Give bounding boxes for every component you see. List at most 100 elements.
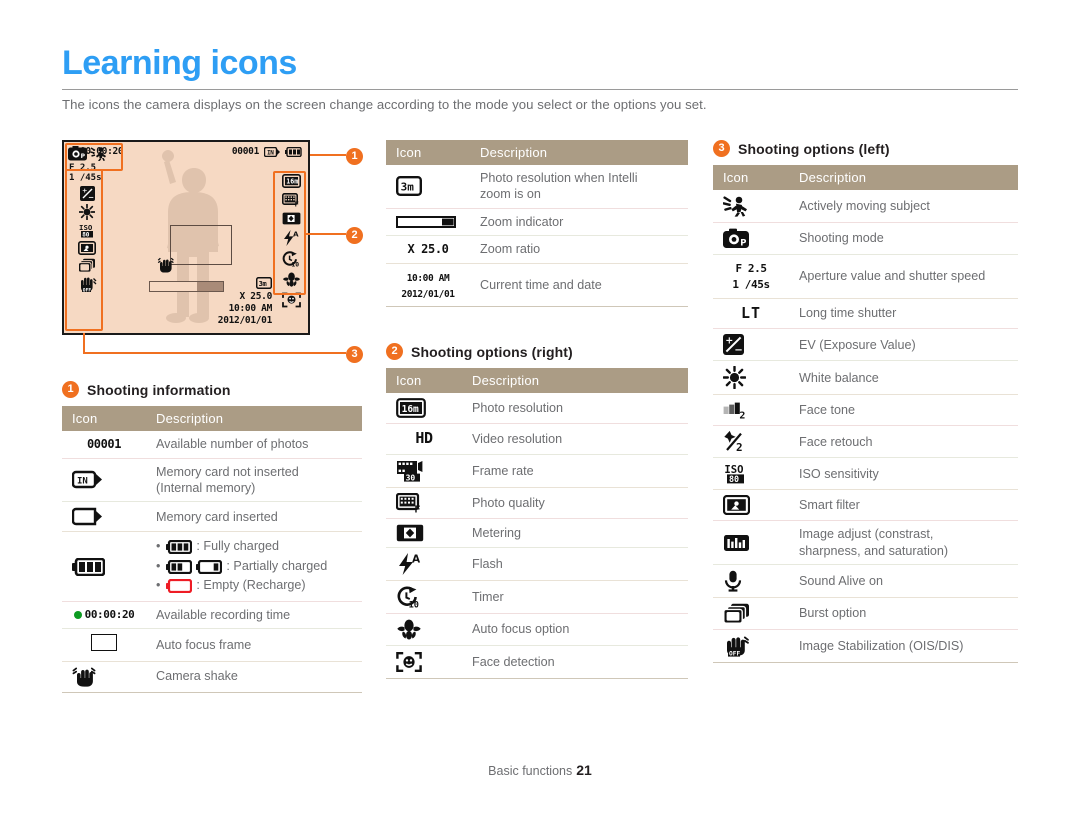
table-zoom-info: Icon Description 3m Photo resolution whe… <box>386 140 688 307</box>
section-label-2: Shooting options (right) <box>411 343 573 360</box>
row-description: Memory card not inserted (Internal memor… <box>156 464 299 495</box>
section-heading-shooting-options-left: 3 Shooting options (left) <box>713 140 1018 157</box>
row-description: Zoom ratio <box>480 242 541 257</box>
metering-icon <box>386 518 462 547</box>
table-row: 16m Photo resolution <box>386 393 688 424</box>
table-row: 00001 Available number of photos <box>62 431 362 459</box>
section-badge-3: 3 <box>713 140 730 157</box>
white-balance-icon <box>713 361 789 395</box>
table-row: F 2.5 1 /45s Aperture value and shutter … <box>713 255 1018 299</box>
row-description: Shooting mode <box>799 231 884 246</box>
table-row: Memory card inserted <box>62 502 362 532</box>
available-photos-icon: 00001 <box>86 437 122 451</box>
row-description: Burst option <box>799 606 867 621</box>
photo-resolution-intelli-icon: 3m <box>256 277 272 290</box>
row-description: Flash <box>472 556 503 571</box>
face-detection-icon <box>386 645 462 678</box>
actively-moving-subject-icon <box>713 190 789 223</box>
row-description: Image adjust (constrast, sharpness, and … <box>799 527 949 558</box>
table-row: X 25.0 Zoom ratio <box>386 236 688 264</box>
table-row: HD Video resolution <box>386 424 688 455</box>
row-description: Available number of photos <box>156 437 309 452</box>
auto-focus-frame-overlay <box>170 225 232 265</box>
battery-partial-label: : Partially charged <box>226 558 328 573</box>
ev-exposure-icon: + − <box>713 329 789 361</box>
column-right: 3 Shooting options (left) Icon Descripti… <box>713 140 1018 663</box>
svg-text:10: 10 <box>409 600 419 608</box>
page-footer: Basic functions 21 <box>0 762 1080 778</box>
table-shooting-options-left: Icon Description Actively moving subject… <box>713 165 1018 663</box>
svg-text:IN: IN <box>77 477 88 487</box>
zoom-indicator-overlay <box>149 281 224 292</box>
list-item: • : Fully charged <box>156 537 352 557</box>
table-row: Image adjust (constrast, sharpness, and … <box>713 521 1018 565</box>
table-row: Face detection <box>386 645 688 679</box>
burst-option-icon <box>713 597 789 629</box>
table-header-row: Icon Description <box>386 368 688 394</box>
row-description: Aperture value and shutter speed <box>799 269 986 284</box>
svg-text:16m: 16m <box>402 404 419 415</box>
title-divider <box>62 89 1018 90</box>
section-label-3: Shooting options (left) <box>738 140 890 157</box>
zoom-indicator-icon <box>386 208 470 235</box>
table-row: 2 Face tone <box>713 395 1018 426</box>
recording-time-icon: 00:00:20 <box>62 601 146 628</box>
bullet: • <box>156 558 161 573</box>
col-header-description: Description <box>789 165 1018 190</box>
page-title: Learning icons <box>62 44 297 82</box>
row-description-battery-list: • : Fully charged •: Partially charged … <box>146 532 362 602</box>
record-dot-icon <box>73 610 82 619</box>
camera-shake-overlay-icon <box>157 257 175 273</box>
row-description: Face detection <box>472 654 555 669</box>
table-row: ISO 80 ISO sensitivity <box>713 458 1018 490</box>
table-header-row: Icon Description <box>386 140 688 165</box>
table-row: Auto focus frame <box>62 629 362 662</box>
table-row: LT Long time shutter <box>713 298 1018 329</box>
battery-one-third-icon <box>196 559 223 574</box>
table-row: OFF Image Stabilization (OIS/DIS) <box>713 629 1018 663</box>
row-description: Auto focus option <box>472 622 570 637</box>
table-row: 30 Frame rate <box>386 454 688 488</box>
table-row: Actively moving subject <box>713 190 1018 223</box>
col-header-icon: Icon <box>713 165 789 190</box>
svg-text:3m: 3m <box>259 280 267 288</box>
row-description: Smart filter <box>799 498 860 513</box>
memory-card-not-inserted-icon: IN <box>62 458 146 502</box>
row-description: Photo resolution when Intelli zoom is on <box>480 171 638 202</box>
callout-line-2 <box>306 233 346 235</box>
column-left: 00:00:20 00001 IN P <box>62 140 363 693</box>
section-badge-2: 2 <box>386 343 403 361</box>
row-description: Video resolution <box>472 431 563 446</box>
row-description: White balance <box>799 370 879 385</box>
callout-line-1 <box>310 154 346 156</box>
bullet: • <box>156 578 161 593</box>
table-row: 3m Photo resolution when Intelli zoom is… <box>386 165 688 209</box>
lcd-meta-block: 3m X 25.0 10:00 AM 2012/01/01 <box>218 277 272 327</box>
table-row: Metering <box>386 518 688 548</box>
callout-badge-3: 3 <box>346 344 363 363</box>
table-row: F Photo quality <box>386 487 688 519</box>
battery-full-label: : Fully charged <box>196 539 280 554</box>
highlight-right-column <box>273 171 306 295</box>
battery-empty-icon <box>166 579 193 594</box>
table-row: Zoom indicator <box>386 208 688 236</box>
svg-text:P: P <box>740 237 746 247</box>
camera-shake-icon <box>62 661 146 692</box>
col-header-description: Description <box>146 406 362 431</box>
svg-text:F: F <box>414 504 420 513</box>
col-header-icon: Icon <box>62 406 146 431</box>
video-resolution-icon: HD <box>415 429 433 448</box>
photo-resolution-icon: 16m <box>386 393 462 424</box>
row-description: Camera shake <box>156 669 238 684</box>
svg-text:IN: IN <box>267 149 274 156</box>
table-row: IN Memory card not inserted (Internal me… <box>62 458 362 502</box>
section-heading-shooting-information: 1 Shooting information <box>62 381 362 398</box>
lcd-time: 10:00 AM <box>228 303 273 315</box>
row-description: Actively moving subject <box>799 198 930 213</box>
table-row: Sound Alive on <box>713 564 1018 598</box>
photo-quality-icon: F <box>386 487 462 518</box>
col-header-description: Description <box>462 368 688 394</box>
svg-text:30: 30 <box>406 473 416 481</box>
row-description: EV (Exposure Value) <box>799 337 916 352</box>
row-description: Long time shutter <box>799 306 897 321</box>
